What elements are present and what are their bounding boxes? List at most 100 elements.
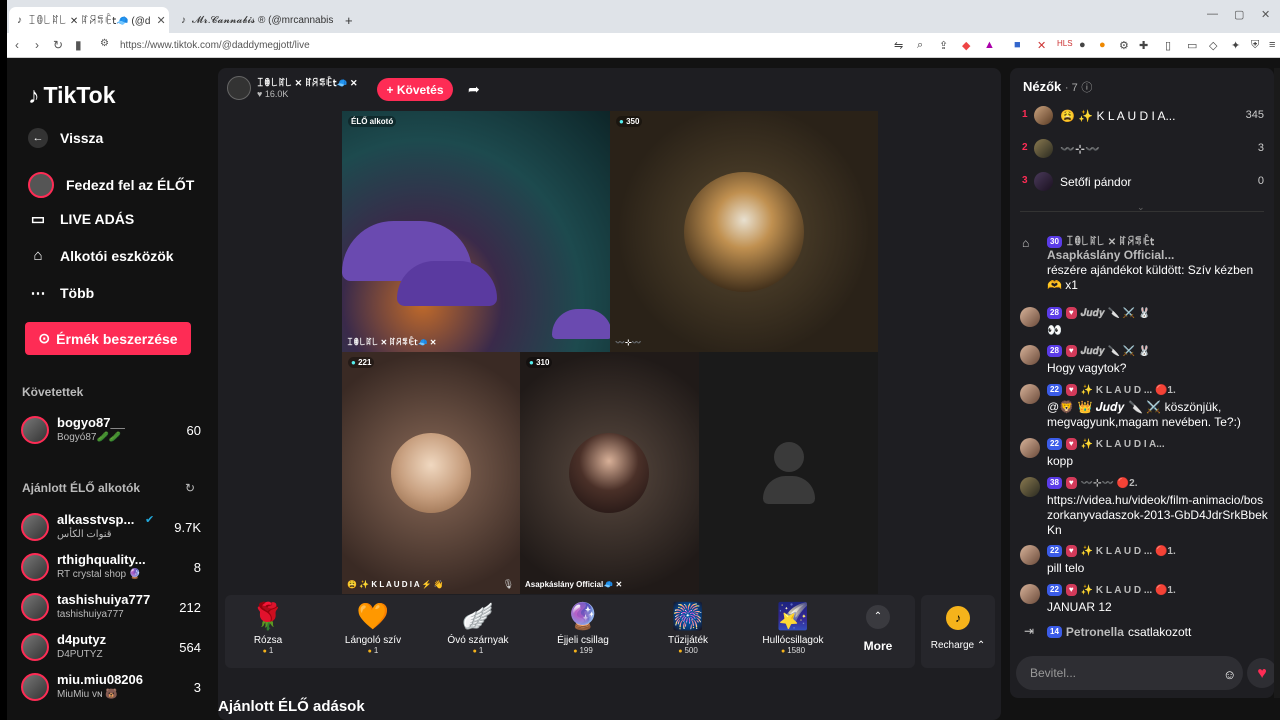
guest-cell-2[interactable]: ● 350 〰️⊹〰️ [610,111,878,352]
guest-cell-3[interactable]: ● 221 😩 ✨ K L A U D I A ⚡ 👋 🎙 [342,352,520,594]
guest-avatar [684,172,804,292]
tab-mrcannabis[interactable]: ♪ 𝓜𝓻.𝓒𝓪𝓷𝓷𝓪𝓫𝓲𝓼 ® (@mrcannabis_) ✕ [173,7,333,33]
page-scrollbar[interactable] [1274,68,1280,698]
level-badge: 22 [1047,384,1062,396]
gift-fireworks[interactable]: 🎆 Tűzijáték 500 [648,601,728,655]
extension-icon[interactable]: HLS [1057,39,1073,48]
brave-shield-icon[interactable]: ◆ [962,39,970,52]
help-icon[interactable]: ⓘ [1081,82,1092,94]
suggested-account[interactable]: miu.miu08206 MiuMiu ᴠɴ 🐻 3 [21,672,201,706]
recipient-name: Asapkáslány Official... [1047,248,1175,262]
gift-name: Lángoló szív [344,635,402,646]
nav-explore-live[interactable]: Fedezd fel az ÉLŐT [28,172,194,198]
join-notice: ⇥ 14 Petronella csatlakozott [1020,624,1270,644]
gift-rose[interactable]: 🌹 Rózsa 1 [228,601,308,655]
top-viewer-row[interactable]: 2 〰️⊹〰️ 3 [1022,137,1264,161]
like-heart-button[interactable]: ♥ [1247,658,1274,688]
translate-icon[interactable]: ⇋ [894,39,903,52]
top-viewer-row[interactable]: 1 😩 ✨ K L A U D I A... 345 [1022,104,1264,128]
shield-icon[interactable]: ⛨ [1251,39,1259,52]
close-tab-icon[interactable]: ✕ [156,14,165,27]
site-info-icon[interactable]: ⚙ [100,38,109,49]
back-link[interactable]: ← Vissza [28,128,103,148]
gift-name: Éjjeli csillag [557,635,609,646]
nav-live-broadcast[interactable]: ▭ LIVE ADÁS [28,210,134,228]
extension-icon[interactable]: ● [1079,39,1086,51]
nav-more[interactable]: ⋯ Több [28,284,95,302]
new-tab-button[interactable]: + [337,7,361,33]
puzzle-icon[interactable]: ✚ [1139,39,1148,52]
url-field[interactable]: https://www.tiktok.com/@daddymegjott/liv… [120,40,310,51]
vpn-icon[interactable]: ◇ [1209,39,1217,52]
gift-wings[interactable]: 🪽 Óvó szárnyak 1 [438,601,518,655]
viewer-score: 3 [1257,142,1264,154]
tab-bar: ♪ ꀤꂦ꒒ꍏ꒒ ✕ ꍏꋪꁄꍟ𝗍🧢 (@d ✕ ♪ 𝓜𝓻.𝓒𝓪𝓷𝓷𝓪𝓫𝓲𝓼 ® (… [7,0,1280,33]
empty-seat-body-icon [763,476,815,504]
top-viewer-row[interactable]: 3 Setőfi pándor 0 [1022,170,1264,194]
shooting-stars-icon: 🌠 [776,601,810,631]
host-name: ꀤꂦ꒒ꍏ꒒ ✕ ꍏꋪꁄꍟ𝗍🧢 ✕ [257,78,358,88]
extension-icon[interactable]: ● [1099,39,1106,51]
wallet-icon[interactable]: ▭ [1187,39,1197,52]
sidebar-icon[interactable]: ▯ [1165,39,1171,52]
chat-message: 22 ♥ ✨ K L A U D ... 🔴1. JANUAR 12 [1020,582,1270,616]
coin-icon: ♪ [946,606,970,630]
chat-input[interactable]: Bevitel... [1016,656,1243,690]
emoji-icon[interactable]: ☺ [1223,667,1236,682]
follow-button[interactable]: + Követés [377,78,453,101]
rewards-icon[interactable]: ▲ [984,39,995,51]
reload-icon[interactable]: ↻ [53,38,63,52]
more-gifts-button[interactable]: ⌃ More [857,605,899,653]
leo-icon[interactable]: ✦ [1231,39,1240,52]
suggested-account[interactable]: rthighquality... RT crystal shop 🔮 8 [21,552,201,586]
level-badge: 14 [1047,626,1062,638]
nav-creator-tools[interactable]: ⌂ Alkotói eszközök [28,247,173,264]
back-arrow-icon[interactable]: ‹ [15,38,19,52]
gift-shooting-stars[interactable]: 🌠 Hullócsillagok 1580 [753,601,833,655]
chat-message-gift: ⌂ 30 ꀤꂦ꒒ꍏ꒒ ✕ ꍏꋪꁄꍟ𝗍 Asapkáslány Official.… [1020,233,1270,299]
maximize-icon[interactable]: ▢ [1234,8,1244,21]
account-sub: D4PUTYZ [57,649,103,660]
menu-icon[interactable]: ≡ [1269,39,1275,51]
gift-flaming-heart[interactable]: 🧡 Lángoló szív 1 [333,601,413,655]
tiktok-logo[interactable]: ♪ TikTok [28,82,116,109]
cell-badge: ● 350 [616,116,643,127]
viewers-header: Nézők · 7 ⓘ [1023,79,1092,95]
gift-price: 199 [543,646,623,655]
guest-cell-4[interactable]: ● 310 Asapkáslány Official🧢 ✕ [520,352,699,594]
suggested-account[interactable]: tashishuiya777 tashishuiya777 212 [21,592,201,626]
suggested-account[interactable]: d4putyz D4PUTYZ 564 [21,632,201,666]
viewer-name: 〰️⊹〰️ [1060,142,1100,156]
extension-icon[interactable]: ■ [1014,39,1021,51]
share-page-icon[interactable]: ⇪ [939,39,948,52]
sender-name: Petronella [1065,625,1124,639]
account-name: miu.miu08206 [57,672,143,687]
account-name: alkasstvsp... [57,512,135,527]
guest-cell-empty[interactable] [699,352,878,594]
zoom-icon[interactable]: ⌕ [917,39,923,52]
viewer-rank: 3 [1022,175,1028,186]
bookmark-icon[interactable]: ▮ [75,38,82,52]
back-arrow-icon: ← [28,128,48,148]
message-text: https://videa.hu/videok/film-animacio/bo… [1047,493,1268,537]
chevron-down-icon[interactable]: ⌄ [1137,202,1145,213]
level-badge: 28 [1047,345,1062,357]
minimize-icon[interactable]: — [1207,8,1218,20]
suggested-account[interactable]: alkasstvsp... ✔ قنوات الكأس 9.7K [21,512,201,546]
host-info[interactable]: ꀤꂦ꒒ꍏ꒒ ✕ ꍏꋪꁄꍟ𝗍🧢 ✕ ♥ 16.0K [227,76,358,100]
fan-badge: ♥ [1065,345,1077,357]
recharge-button[interactable]: ♪ Recharge ⌃ [921,595,995,668]
guest-cell-host[interactable]: ÉLŐ alkotó ꀤꂦ꒒ꍏ꒒ ✕ ꍏꋪꁄꍟ𝗍🧢 ✕ [342,111,610,352]
forward-arrow-icon[interactable]: › [35,38,39,52]
extension-icon[interactable]: ⚙ [1119,39,1129,52]
following-account[interactable]: bogyo87__ Bogyó87🥒🥒 60 [21,415,201,449]
extension-icon[interactable]: ✕ [1037,39,1046,52]
refresh-icon[interactable]: ↻ [185,481,195,495]
gift-night-star[interactable]: 🔮 Éjjeli csillag 199 [543,601,623,655]
sender-name: 𝑱𝒖𝒅𝒚 🔪 ⚔️ 🐰 [1080,345,1151,357]
tab-tiktok-live[interactable]: ♪ ꀤꂦ꒒ꍏ꒒ ✕ ꍏꋪꁄꍟ𝗍🧢 (@d ✕ [9,7,169,33]
cell-badge: ● 221 [348,357,375,368]
close-window-icon[interactable]: ✕ [1261,8,1270,21]
share-icon[interactable]: ➦ [468,81,480,98]
get-coins-button[interactable]: ⊙ Érmék beszerzése [25,322,191,355]
